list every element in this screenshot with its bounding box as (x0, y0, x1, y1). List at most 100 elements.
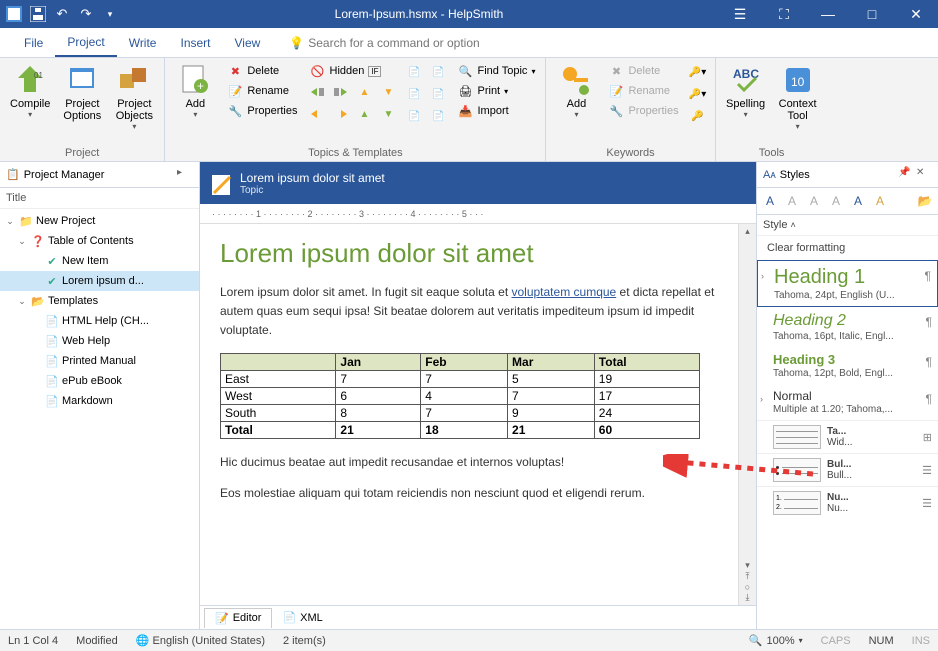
menu-project[interactable]: Project (55, 29, 116, 57)
doc4-icon[interactable]: 📄 (428, 106, 450, 126)
tree-indent-left-icon[interactable] (306, 104, 328, 124)
style-table[interactable]: Ta...Wid... ⊞ (757, 420, 938, 453)
style-tool-6-icon[interactable]: A (870, 191, 890, 211)
scroll-top-icon[interactable]: ⤒ (746, 571, 750, 582)
menu-file[interactable]: File (12, 30, 55, 56)
tree-templates[interactable]: ⌄📂Templates (0, 291, 199, 311)
style-numbered[interactable]: 1.2. Nu...Nu... ☰ (757, 486, 938, 519)
kw-properties-icon: 🔧 (608, 103, 624, 119)
style-tool-5-icon[interactable]: A (848, 191, 868, 211)
editor-tab-editor[interactable]: 📝Editor (204, 608, 272, 628)
scroll-up-icon[interactable]: ▴ (745, 226, 750, 237)
add-keyword-button[interactable]: Add▾ (552, 62, 600, 145)
hidden-icon: 🚫 (310, 63, 326, 79)
tree-new-item[interactable]: ✔New Item (0, 251, 199, 271)
save-icon[interactable] (28, 4, 48, 24)
search-input[interactable] (308, 36, 508, 50)
document-body[interactable]: Lorem ipsum dolor sit amet Lorem ipsum d… (200, 224, 738, 605)
compile-button[interactable]: 01 Compile▾ (6, 62, 54, 145)
indent-left-icon[interactable] (306, 82, 328, 102)
project-options-button[interactable]: Project Options (58, 62, 106, 145)
hidden-button[interactable]: 🚫Hidden IF (306, 62, 400, 80)
properties-button[interactable]: 🔧Properties (223, 102, 301, 120)
styles-pin-icon[interactable]: 📌 (898, 167, 914, 183)
minimize-icon[interactable]: — (806, 0, 850, 28)
styles-subhead[interactable]: Style ˄ (757, 215, 938, 236)
window-options-icon[interactable]: ☰ (718, 0, 762, 28)
spelling-button[interactable]: ABC Spelling▾ (722, 62, 770, 145)
tree-htmlhelp[interactable]: 📄HTML Help (CH... (0, 311, 199, 331)
tree-webhelp[interactable]: 📄Web Help (0, 331, 199, 351)
style-tool-folder-icon[interactable]: 📂 (915, 191, 935, 211)
doc-table[interactable]: JanFebMarTotal East77519West64717South87… (220, 353, 700, 439)
undo-icon[interactable]: ↶ (52, 4, 72, 24)
editor-tab-xml[interactable]: 📄XML (272, 608, 332, 627)
rename-button[interactable]: 📝Rename (223, 82, 301, 100)
menu-view[interactable]: View (223, 30, 273, 56)
move-down-yellow-icon[interactable]: ▼ (378, 82, 400, 102)
scroll-dot-icon[interactable]: ○ (745, 582, 750, 592)
doc-para-2: Hic ducimus beatae aut impedit recusanda… (220, 453, 718, 472)
doc-plus-icon[interactable]: 📄 (428, 84, 450, 104)
add-topic-button[interactable]: + Add▾ (171, 62, 219, 145)
rename-icon: 📝 (227, 83, 243, 99)
delete-button[interactable]: ✖Delete (223, 62, 301, 80)
doc-link[interactable]: voluptatem cumque (511, 285, 616, 299)
doc-title: Lorem ipsum dolor sit amet (240, 171, 385, 185)
tree-epub[interactable]: 📄ePub eBook (0, 371, 199, 391)
panel-tool-icon[interactable]: ▸ (177, 167, 193, 183)
style-heading-3[interactable]: Heading 3Tahoma, 12pt, Bold, Engl...¶ (757, 347, 938, 384)
move-up-yellow-icon[interactable]: ▲ (354, 82, 376, 102)
tree-toc[interactable]: ⌄❓Table of Contents (0, 231, 199, 251)
kw-tool2-icon[interactable]: 🔑▾ (687, 84, 709, 104)
tree-markdown[interactable]: 📄Markdown (0, 391, 199, 411)
kw-tool1-icon[interactable]: 🔑▾ (687, 62, 709, 82)
doc-check-icon[interactable]: 📄 (428, 62, 450, 82)
styles-close-icon[interactable]: ✕ (916, 167, 932, 183)
group-tools-label: Tools (722, 145, 822, 159)
find-topic-button[interactable]: 🔍Find Topic ▾ (454, 62, 540, 80)
styles-toolbar: A A A A A A 📂 (757, 188, 938, 215)
move-down-green-icon[interactable]: ▼ (378, 104, 400, 124)
context-tool-button[interactable]: 10 Context Tool▾ (774, 62, 822, 145)
tree-manual[interactable]: 📄Printed Manual (0, 351, 199, 371)
indent-right-icon[interactable] (330, 82, 352, 102)
doc3-icon[interactable]: 📄 (404, 106, 426, 126)
command-search[interactable]: 💡 (280, 32, 517, 54)
style-tool-2-icon: A (782, 191, 802, 211)
scroll-down-icon[interactable]: ▾ (745, 560, 750, 571)
window-restore-icon[interactable]: ⛶ (762, 0, 806, 28)
project-tree[interactable]: ⌄📁New Project ⌄❓Table of Contents ✔New I… (0, 209, 199, 629)
style-bullet[interactable]: Bul...Bull... ☰ (757, 453, 938, 486)
style-normal[interactable]: ›NormalMultiple at 1.20; Tahoma,...¶ (757, 384, 938, 420)
ruler[interactable]: · · · · · · · · 1 · · · · · · · · 2 · · … (200, 204, 756, 224)
project-objects-button[interactable]: Project Objects▾ (110, 62, 158, 145)
properties-icon: 🔧 (227, 103, 243, 119)
clear-formatting[interactable]: Clear formatting (757, 236, 938, 260)
style-tool-1-icon[interactable]: A (760, 191, 780, 211)
ribbon: 01 Compile▾ Project Options Project Obje… (0, 58, 938, 162)
import-button[interactable]: 📥Import (454, 102, 540, 120)
qat-dropdown-icon[interactable]: ▾ (100, 4, 120, 24)
zoom-control[interactable]: 🔍100% ▾ (749, 634, 803, 647)
status-language[interactable]: 🌐 English (United States) (136, 634, 265, 647)
kw-rename-icon: 📝 (608, 83, 624, 99)
close-icon[interactable]: ✕ (894, 0, 938, 28)
tree-indent-right-icon[interactable] (330, 104, 352, 124)
menu-write[interactable]: Write (117, 30, 169, 56)
vertical-scrollbar[interactable]: ▴ ▾ ⤒ ○ ⤓ (738, 224, 756, 605)
redo-icon[interactable]: ↷ (76, 4, 96, 24)
doc2-icon[interactable]: 📄 (404, 84, 426, 104)
tree-root[interactable]: ⌄📁New Project (0, 211, 199, 231)
maximize-icon[interactable]: □ (850, 0, 894, 28)
style-heading-1[interactable]: ›Heading 1Tahoma, 24pt, English (U...¶ (757, 260, 938, 307)
print-button[interactable]: 🖨Print ▾ (454, 82, 540, 100)
tree-lorem[interactable]: ✔Lorem ipsum d... (0, 271, 199, 291)
doc1-icon[interactable]: 📄 (404, 62, 426, 82)
move-up-green-icon[interactable]: ▲ (354, 104, 376, 124)
scroll-bottom-icon[interactable]: ⤓ (746, 592, 750, 603)
status-position: Ln 1 Col 4 (8, 635, 58, 647)
editor-tabs: 📝Editor 📄XML (200, 605, 756, 629)
style-heading-2[interactable]: Heading 2Tahoma, 16pt, Italic, Engl...¶ (757, 307, 938, 347)
menu-insert[interactable]: Insert (168, 30, 222, 56)
